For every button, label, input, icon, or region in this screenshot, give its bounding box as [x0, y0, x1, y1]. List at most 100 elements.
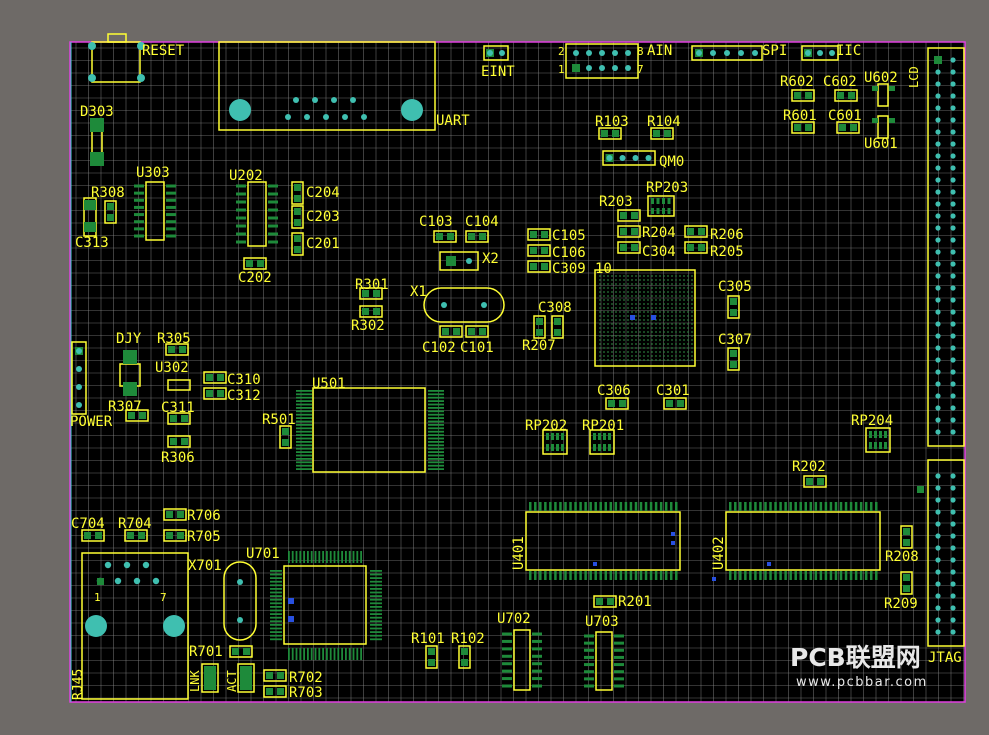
- bga-ball: [659, 279, 661, 281]
- rj45-pin: [123, 561, 131, 569]
- bga-ball: [671, 295, 673, 297]
- bga-ball: [615, 339, 617, 341]
- bga-ball: [691, 339, 693, 341]
- rp204-pin: [874, 431, 877, 438]
- u402-pin-b: [769, 571, 772, 580]
- r703-pad: [266, 688, 273, 695]
- label-c102: C102: [422, 340, 456, 356]
- c312-pad: [206, 390, 213, 397]
- r209-pad: [903, 574, 910, 581]
- c106-pad: [530, 247, 537, 254]
- u402-pin-b: [864, 571, 868, 580]
- eint-header-pin: [487, 50, 493, 56]
- bga-ball: [631, 359, 633, 361]
- bga-ball: [655, 299, 657, 301]
- bga-ball: [663, 283, 665, 285]
- r302-pad: [362, 308, 369, 315]
- bga-ball: [687, 275, 689, 277]
- label-ain: AIN: [647, 43, 672, 59]
- u401-pin-t: [659, 502, 663, 511]
- bga-ball: [651, 351, 653, 353]
- bga-ball: [603, 327, 605, 329]
- bga-ball: [619, 315, 621, 317]
- u701-pin-b: [352, 648, 355, 660]
- bga-ball: [675, 335, 677, 337]
- bga-ball: [651, 283, 653, 285]
- bga-ball: [603, 307, 605, 309]
- u702-pin-r: [532, 647, 542, 651]
- u701-pin-t: [326, 551, 328, 563]
- bga-ball: [631, 275, 633, 277]
- bga-ball: [651, 307, 653, 309]
- u702-pin-l: [502, 639, 512, 643]
- u402-pin-t: [875, 502, 878, 511]
- label-r202: R202: [792, 459, 826, 475]
- label-c203: C203: [306, 209, 340, 225]
- c601-pad: [850, 124, 857, 131]
- u501-pin-l: [296, 413, 312, 416]
- bga-ball: [631, 355, 633, 357]
- u202-pin-r: [268, 192, 278, 196]
- lcd-pin: [935, 201, 941, 207]
- lcd-pin: [950, 381, 956, 387]
- bga-ball: [599, 319, 601, 321]
- bga-ball: [631, 307, 633, 309]
- bga-ball: [607, 291, 609, 293]
- bga-ball: [675, 311, 677, 313]
- u701-via-blue: [288, 598, 294, 604]
- bga-ball: [619, 323, 621, 325]
- bga-ball: [611, 343, 613, 345]
- u701-pin-b: [345, 648, 347, 660]
- bga-ball: [659, 351, 661, 353]
- u402-pin-b: [875, 571, 878, 580]
- bga-ball: [651, 359, 653, 361]
- bga-ball: [615, 355, 617, 357]
- bga-ball: [655, 287, 657, 289]
- bga-ball: [667, 327, 669, 329]
- bga-ball: [639, 315, 641, 317]
- bga-ball: [615, 295, 617, 297]
- label-c311: C311: [161, 400, 195, 416]
- reset-pin: [137, 74, 145, 82]
- bga-ball: [651, 327, 653, 329]
- bga-ball: [603, 351, 605, 353]
- rp204-pin: [879, 442, 882, 449]
- r705-pad: [177, 532, 184, 539]
- bga-ball: [647, 287, 649, 289]
- label-r102: R102: [451, 631, 485, 647]
- u501-pin-l: [296, 454, 312, 457]
- bga-ball: [679, 287, 681, 289]
- bga-ball: [691, 355, 693, 357]
- rj45-mount: [163, 615, 185, 637]
- spi-header-pin: [752, 50, 758, 56]
- u701-pin-r: [370, 577, 382, 579]
- u701-pin-l: [270, 573, 282, 576]
- u701-pin-t: [288, 551, 290, 563]
- label-u602: U602: [864, 70, 898, 86]
- lcd-pin: [950, 249, 956, 255]
- u701-pin-t: [314, 551, 317, 563]
- u303-pin-r: [166, 220, 176, 224]
- label-u702: U702: [497, 611, 531, 627]
- bga-ball: [623, 299, 625, 301]
- pcb-canvas[interactable]: RESET UART EINT AIN SPI IIC 2 8 1 7 D303…: [0, 0, 989, 731]
- bga-ball: [671, 303, 673, 305]
- u402-pin-b: [794, 571, 797, 580]
- u401-pin-b: [589, 571, 592, 580]
- u303-pin-l: [134, 198, 144, 202]
- u701-pin-b: [291, 648, 294, 660]
- bga-ball: [607, 311, 609, 313]
- bga-ball: [647, 291, 649, 293]
- bga-ball: [615, 291, 617, 293]
- u501-pin-l: [296, 447, 312, 450]
- lcd-pin: [950, 357, 956, 363]
- bga-ball: [683, 355, 685, 357]
- bga-ball: [687, 347, 689, 349]
- bga-ball: [671, 355, 673, 357]
- jtag-pin: [950, 629, 956, 635]
- label-r705: R705: [187, 529, 221, 545]
- u401-pin-t: [654, 502, 658, 511]
- u303-pin-r: [166, 213, 176, 217]
- bga-ball: [667, 351, 669, 353]
- spi-header-pin: [738, 50, 744, 56]
